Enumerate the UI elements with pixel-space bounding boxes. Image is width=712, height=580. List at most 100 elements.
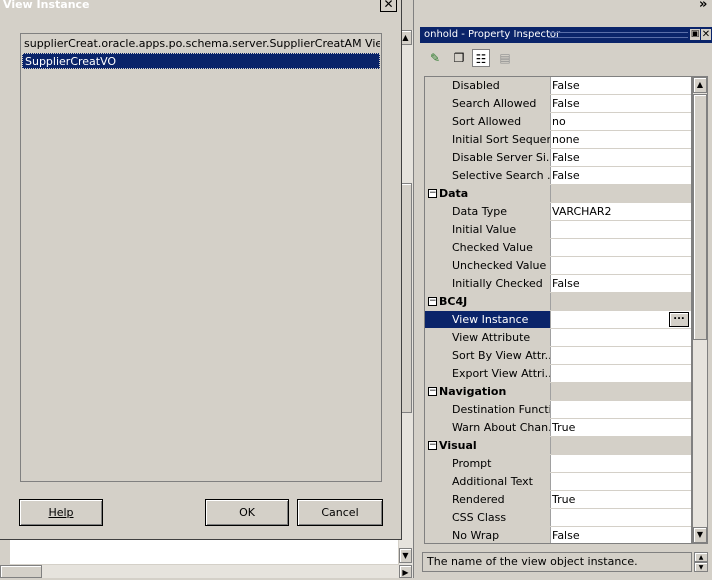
property-name: Selective Search ... xyxy=(425,167,551,184)
property-row[interactable]: Export View Attri... xyxy=(425,365,691,383)
property-row[interactable]: View Attribute xyxy=(425,329,691,347)
editor-horizontal-scrollbar[interactable] xyxy=(0,565,413,578)
property-value[interactable]: no xyxy=(551,113,691,130)
property-value[interactable]: False xyxy=(551,77,691,94)
property-value[interactable]: VARCHAR2 xyxy=(551,203,691,220)
list-item[interactable]: supplierCreat.oracle.apps.po.schema.serv… xyxy=(22,36,380,52)
property-row[interactable]: Sort Allowed no xyxy=(425,113,691,131)
close-icon[interactable]: ✕ xyxy=(701,29,711,40)
arrow-down-icon: ▼ xyxy=(696,530,704,539)
property-name: Initially Checked xyxy=(425,275,551,292)
property-name: View Attribute xyxy=(425,329,551,346)
browse-button[interactable]: ... xyxy=(669,312,689,327)
arrow-down-icon: ▼ xyxy=(402,551,409,560)
property-row[interactable]: Initially Checked False xyxy=(425,275,691,293)
property-name: Disabled xyxy=(425,77,551,94)
collapse-icon[interactable]: − xyxy=(428,297,437,306)
property-row[interactable]: View Instance... xyxy=(425,311,691,329)
property-name: Sort Allowed xyxy=(425,113,551,130)
property-value[interactable]: none xyxy=(551,131,691,148)
grid-scroll-thumb[interactable] xyxy=(693,94,707,340)
property-value[interactable]: False xyxy=(551,95,691,112)
property-name: View Instance xyxy=(425,311,551,328)
property-value xyxy=(551,185,691,202)
property-name: Warn About Chan... xyxy=(425,419,551,436)
property-value[interactable]: False xyxy=(551,167,691,184)
editor-scroll-right-button[interactable]: ▶ xyxy=(399,565,412,578)
ok-button[interactable]: OK xyxy=(205,499,289,526)
category-row[interactable]: Navigation − xyxy=(425,383,691,401)
property-row[interactable]: Prompt xyxy=(425,455,691,473)
property-value[interactable] xyxy=(551,365,691,382)
dialog-title-bar[interactable]: View Instance ✕ xyxy=(0,0,402,14)
property-value[interactable]: True xyxy=(551,419,691,436)
property-row[interactable]: Disabled False xyxy=(425,77,691,95)
description-scroll-down-button[interactable]: ▼ xyxy=(694,562,708,572)
property-row[interactable]: Initial Value xyxy=(425,221,691,239)
grid-scroll-up-button[interactable]: ▲ xyxy=(693,77,707,93)
property-value[interactable] xyxy=(551,509,691,526)
property-value[interactable] xyxy=(551,455,691,472)
property-value[interactable]: False xyxy=(551,275,691,292)
property-row[interactable]: Rendered True xyxy=(425,491,691,509)
property-value[interactable] xyxy=(551,239,691,256)
property-value[interactable]: ... xyxy=(551,311,691,328)
property-row[interactable]: Selective Search ... False xyxy=(425,167,691,185)
collapse-icon[interactable]: − xyxy=(428,189,437,198)
arrow-down-icon: ▼ xyxy=(698,564,704,571)
property-row[interactable]: Initial Sort Sequen...none xyxy=(425,131,691,149)
property-name: Rendered xyxy=(425,491,551,508)
property-row[interactable]: No Wrap False xyxy=(425,527,691,543)
arrow-up-icon: ▲ xyxy=(698,554,704,561)
grid-scroll-down-button[interactable]: ▼ xyxy=(693,527,707,543)
property-row[interactable]: Search Allowed False xyxy=(425,95,691,113)
property-row[interactable]: Unchecked Value xyxy=(425,257,691,275)
property-value[interactable] xyxy=(551,329,691,346)
property-row[interactable]: Additional Text xyxy=(425,473,691,491)
property-name: No Wrap xyxy=(425,527,551,543)
category-name: BC4J xyxy=(425,293,551,310)
property-row[interactable]: Warn About Chan... True xyxy=(425,419,691,437)
category-row[interactable]: Data − xyxy=(425,185,691,203)
copy-icon[interactable]: ❐ xyxy=(450,49,468,67)
category-row[interactable]: BC4J − xyxy=(425,293,691,311)
description-scroll-up-button[interactable]: ▲ xyxy=(694,552,708,562)
cancel-button[interactable]: Cancel xyxy=(297,499,383,526)
property-value[interactable] xyxy=(551,401,691,418)
property-row[interactable]: Disable Server Si... False xyxy=(425,149,691,167)
property-row[interactable]: Sort By View Attr... xyxy=(425,347,691,365)
property-name: CSS Class xyxy=(425,509,551,526)
connect-icon[interactable]: ✎ xyxy=(426,49,444,67)
property-value[interactable] xyxy=(551,473,691,490)
property-row[interactable]: Data Type VARCHAR2 xyxy=(425,203,691,221)
dialog-title: View Instance xyxy=(3,0,90,11)
property-value[interactable] xyxy=(551,221,691,238)
property-description: The name of the view object instance. xyxy=(422,552,692,572)
property-value[interactable]: False xyxy=(551,527,691,543)
help-button[interactable]: Help xyxy=(19,499,103,526)
overflow-chevron-icon[interactable]: » xyxy=(699,0,707,12)
category-row[interactable]: Visual − xyxy=(425,437,691,455)
property-value[interactable] xyxy=(551,347,691,364)
collapse-icon[interactable]: − xyxy=(428,387,437,396)
splitter[interactable] xyxy=(413,0,420,578)
editor-scroll-down-button[interactable]: ▼ xyxy=(399,548,412,563)
property-value[interactable]: False xyxy=(551,149,691,166)
list-item-selected[interactable]: SupplierCreatVO xyxy=(22,53,380,69)
property-row[interactable]: CSS Class xyxy=(425,509,691,527)
view-instance-list[interactable]: supplierCreat.oracle.apps.po.schema.serv… xyxy=(20,33,382,482)
property-row[interactable]: Destination Functi... xyxy=(425,401,691,419)
pin-icon[interactable]: ▣ xyxy=(690,29,700,40)
editor-horizontal-scroll-thumb[interactable] xyxy=(0,565,42,578)
property-row[interactable]: Checked Value xyxy=(425,239,691,257)
property-value xyxy=(551,383,691,400)
categorize-icon[interactable]: ☷ xyxy=(472,49,490,67)
property-value[interactable] xyxy=(551,257,691,274)
sort-icon[interactable]: ▤ xyxy=(496,49,514,67)
property-name: Search Allowed xyxy=(425,95,551,112)
collapse-icon[interactable]: − xyxy=(428,441,437,450)
close-button[interactable]: ✕ xyxy=(380,0,397,12)
editor-area xyxy=(10,540,398,564)
property-value[interactable]: True xyxy=(551,491,691,508)
close-icon: ✕ xyxy=(383,0,394,11)
